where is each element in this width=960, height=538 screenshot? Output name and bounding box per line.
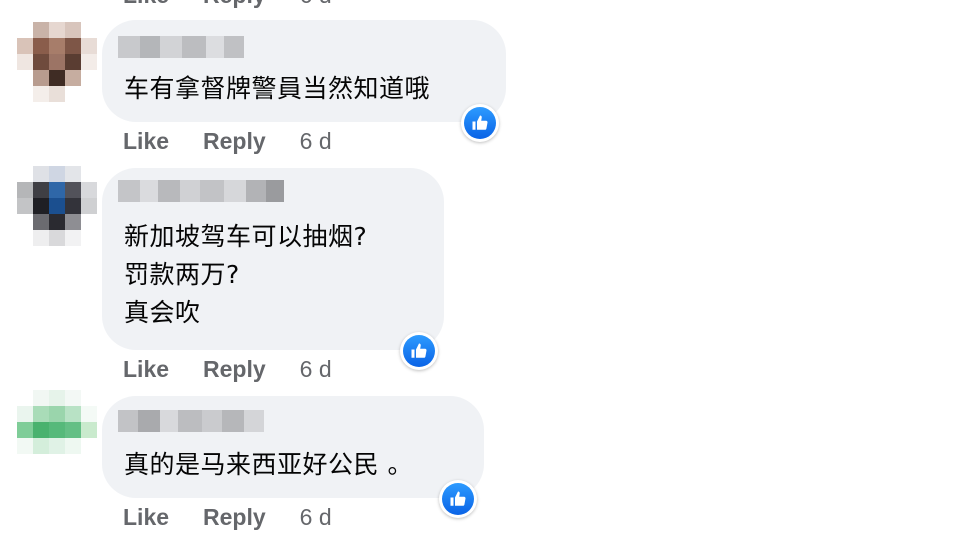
comment-text: 真的是马来西亚好公民 。 — [124, 450, 413, 479]
comment-timestamp[interactable]: 6 d — [300, 0, 332, 9]
comment-timestamp[interactable]: 6 d — [300, 356, 332, 383]
reply-link[interactable]: Reply — [203, 0, 266, 9]
avatar[interactable] — [17, 390, 97, 470]
comment-timestamp[interactable]: 6 d — [300, 504, 332, 531]
author-name-redacted[interactable] — [118, 410, 264, 432]
comment-timestamp[interactable]: 6 d — [300, 128, 332, 155]
like-link[interactable]: Like — [123, 128, 169, 155]
reply-link[interactable]: Reply — [203, 128, 266, 155]
comment-text: 新加坡驾车可以抽烟? 罚款两万? 真会吹 — [124, 222, 368, 327]
like-link[interactable]: Like — [123, 504, 169, 531]
reply-link[interactable]: Reply — [203, 356, 266, 383]
like-reaction-badge[interactable] — [461, 104, 499, 142]
comment-bubble: 车有拿督牌警員当然知道哦 — [102, 20, 506, 122]
author-name-redacted[interactable] — [118, 36, 244, 58]
reply-link[interactable]: Reply — [203, 504, 266, 531]
comment-actions: Like Reply 6 d — [123, 128, 332, 155]
thumbs-up-icon — [450, 491, 466, 506]
comment-actions: Like Reply 6 d — [123, 356, 332, 383]
comment-bubble: 新加坡驾车可以抽烟? 罚款两万? 真会吹 — [102, 168, 444, 350]
avatar[interactable] — [17, 166, 97, 246]
thumbs-up-icon — [472, 115, 488, 130]
like-link[interactable]: Like — [123, 356, 169, 383]
like-link[interactable]: Like — [123, 0, 169, 9]
comment-text: 车有拿督牌警員当然知道哦 — [124, 74, 431, 103]
previous-comment-actions: Like Reply 6 d — [123, 0, 332, 9]
comment-bubble: 真的是马来西亚好公民 。 — [102, 396, 484, 498]
like-reaction-badge[interactable] — [439, 480, 477, 518]
author-name-redacted[interactable] — [118, 180, 284, 202]
comment-actions: Like Reply 6 d — [123, 504, 332, 531]
avatar[interactable] — [17, 22, 97, 102]
thumbs-up-icon — [411, 343, 427, 358]
like-reaction-badge[interactable] — [400, 332, 438, 370]
